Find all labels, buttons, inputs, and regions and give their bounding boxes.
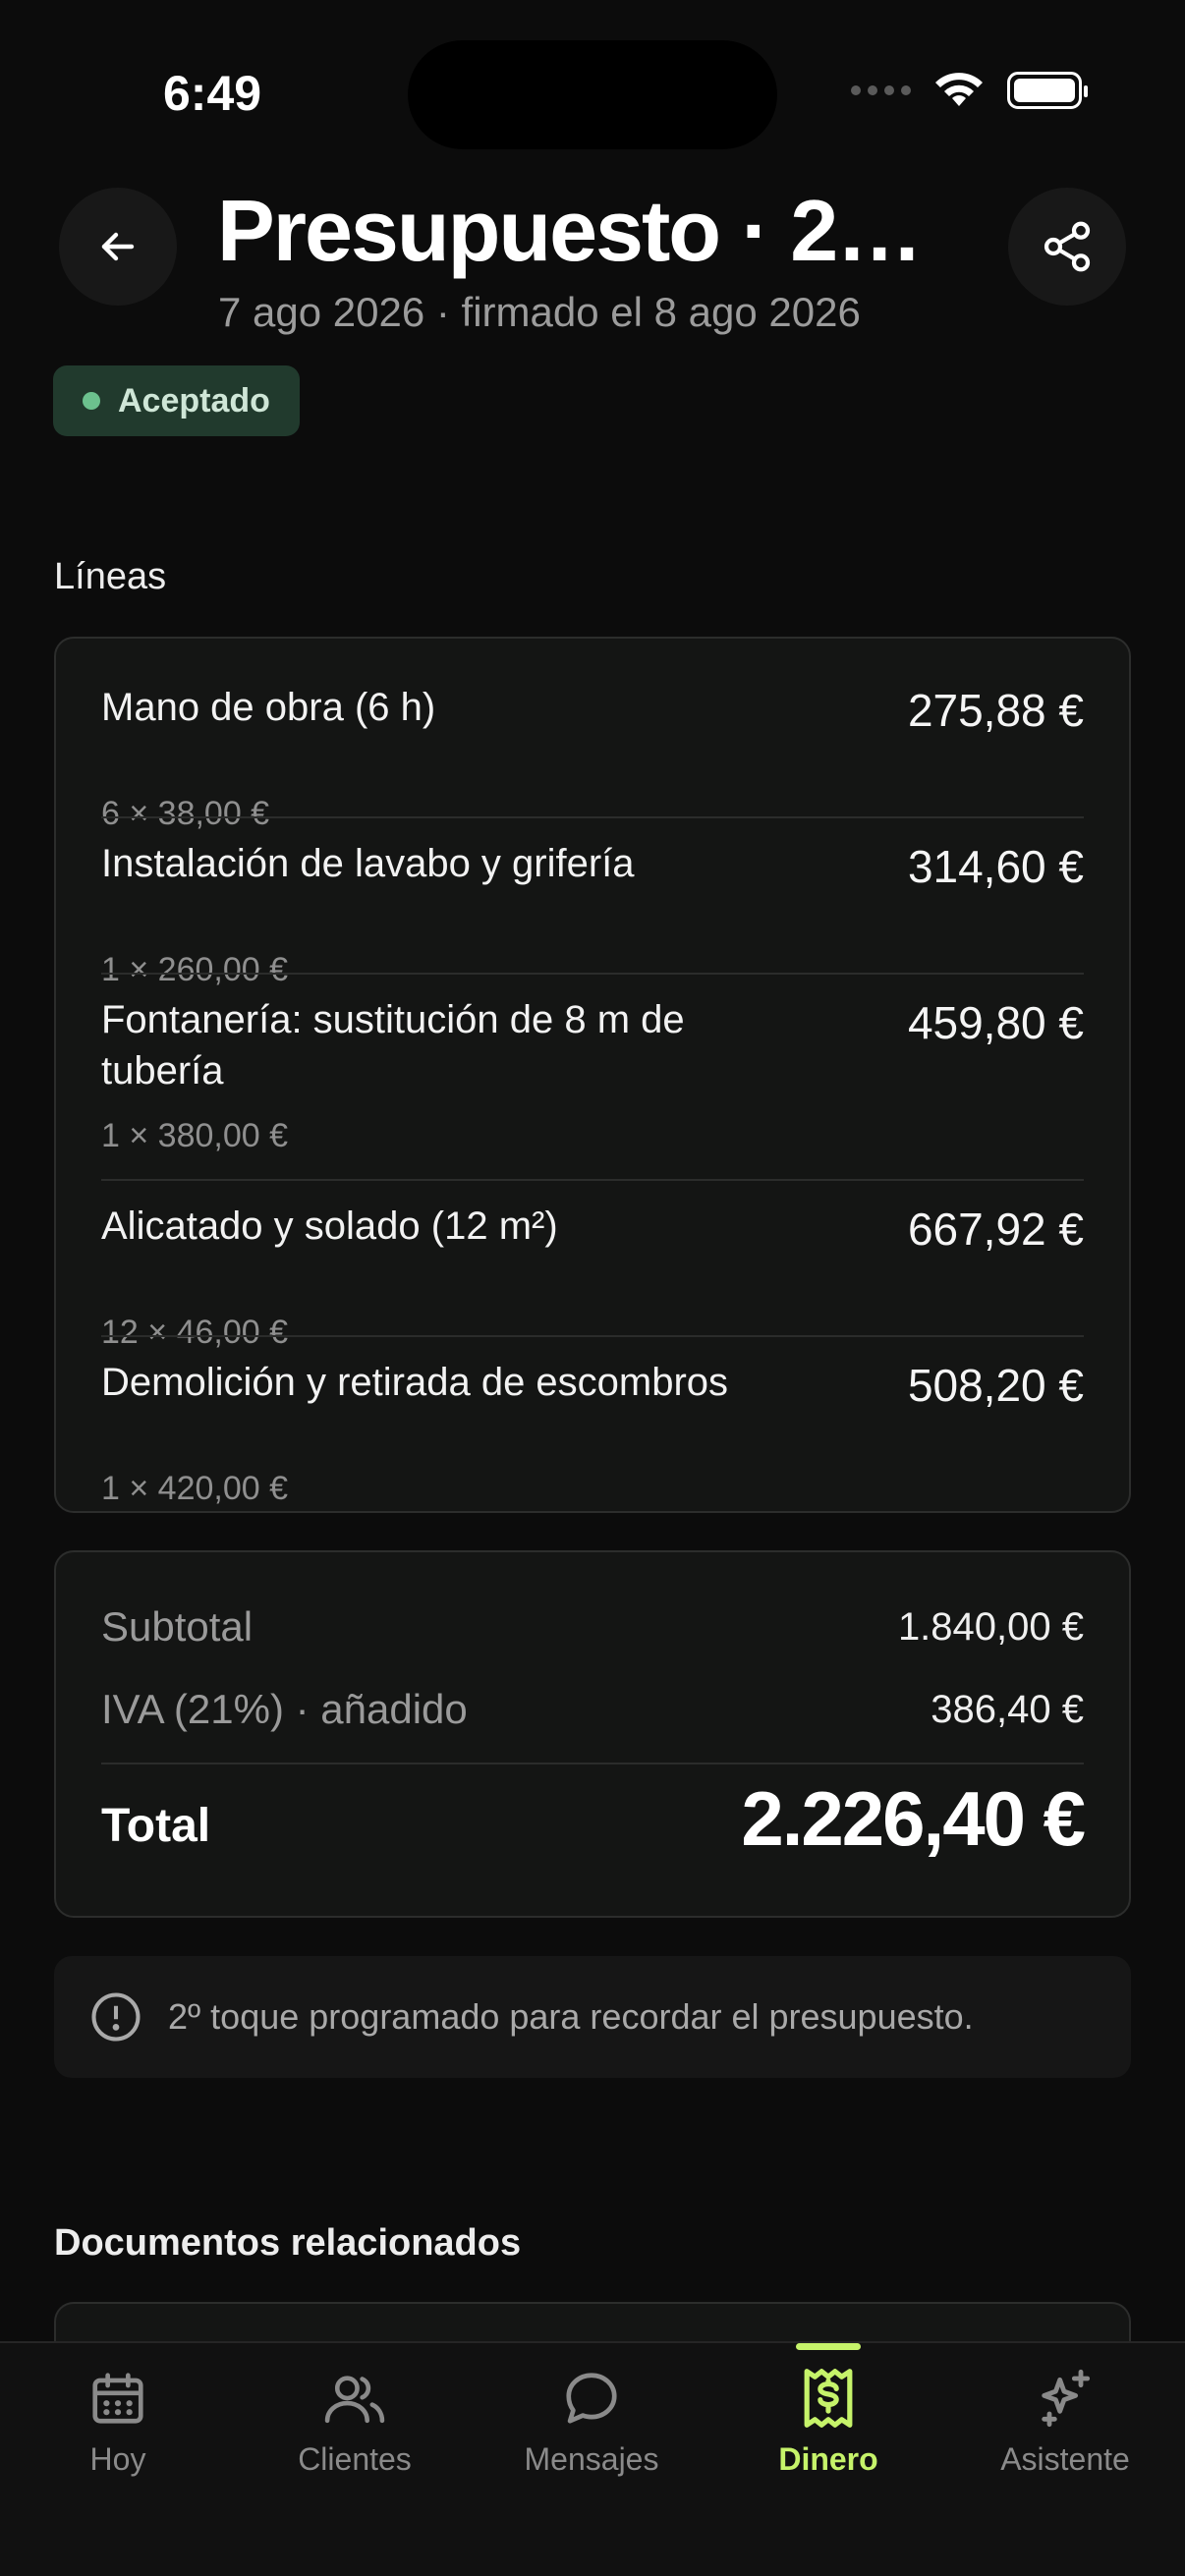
line-item-detail: 6 × 38,00 € <box>101 795 270 832</box>
tab-label: Hoy <box>89 2441 146 2477</box>
arrow-left-icon <box>101 232 135 261</box>
line-item[interactable]: Instalación de lavabo y grifería 1 × 260… <box>101 838 1084 988</box>
line-item[interactable]: Alicatado y solado (12 m²) 12 × 46,00 € … <box>101 1201 1084 1351</box>
line-item-price: 459,80 € <box>907 997 1084 1048</box>
divider <box>101 1179 1084 1181</box>
tab-label: Dinero <box>778 2441 878 2477</box>
line-item-price: 314,60 € <box>907 841 1084 892</box>
line-item-name: Fontanería: sustitución de 8 m de tuberí… <box>101 998 685 1092</box>
divider <box>101 1335 1084 1337</box>
tab-mensajes[interactable]: Mensajes <box>493 2343 690 2500</box>
vat-value: 386,40 € <box>931 1688 1084 1731</box>
line-item[interactable]: Fontanería: sustitución de 8 m de tuberí… <box>101 994 1084 1161</box>
line-item-name: Mano de obra (6 h) <box>101 686 436 729</box>
line-item-price: 508,20 € <box>907 1360 1084 1411</box>
line-item-price: 275,88 € <box>907 685 1084 736</box>
divider <box>101 816 1084 818</box>
tab-bar: Hoy Clientes Mensajes Dinero Asistente <box>0 2341 1185 2576</box>
message-bubble-icon <box>560 2363 623 2434</box>
line-item-detail: 1 × 380,00 € <box>101 1117 289 1154</box>
divider <box>101 973 1084 975</box>
calendar-icon <box>87 2363 148 2434</box>
tab-label: Clientes <box>298 2441 412 2477</box>
line-item-detail: 12 × 46,00 € <box>101 1314 289 1351</box>
cellular-dots-icon <box>851 85 911 95</box>
battery-icon <box>1007 72 1088 109</box>
line-item[interactable]: Demolición y retirada de escombros 1 × 4… <box>101 1357 1084 1507</box>
receipt-dollar-icon <box>799 2363 858 2434</box>
divider <box>101 1763 1084 1764</box>
page-subtitle: 7 ago 2026 · firmado el 8 ago 2026 <box>218 289 861 335</box>
lines-card: Mano de obra (6 h) 6 × 38,00 € 275,88 € … <box>54 637 1131 1513</box>
status-time: 6:49 <box>163 66 262 121</box>
tab-label: Mensajes <box>524 2441 659 2477</box>
tab-hoy[interactable]: Hoy <box>20 2343 216 2500</box>
total-value: 2.226,40 € <box>741 1775 1086 1862</box>
line-item-detail: 1 × 260,00 € <box>101 951 289 988</box>
tab-dinero[interactable]: Dinero <box>730 2343 927 2500</box>
totals-card: Subtotal 1.840,00 € IVA (21%) · añadido … <box>54 1550 1131 1918</box>
lines-section-label: Líneas <box>54 556 167 597</box>
vat-label: IVA (21%) · añadido <box>101 1686 468 1732</box>
subtotal-label: Subtotal <box>101 1603 254 1650</box>
tab-clientes[interactable]: Clientes <box>256 2343 453 2500</box>
line-item-name: Instalación de lavabo y grifería <box>101 842 635 885</box>
line-item-name: Alicatado y solado (12 m²) <box>101 1204 558 1248</box>
line-item-price: 667,92 € <box>907 1204 1084 1255</box>
wifi-icon <box>935 73 983 106</box>
subtotal-value: 1.840,00 € <box>897 1605 1084 1649</box>
line-item-detail: 1 × 420,00 € <box>101 1470 289 1507</box>
status-dot-icon <box>83 392 100 410</box>
users-icon <box>322 2363 387 2434</box>
page-title: Presupuesto · 2026-0042 <box>217 182 964 279</box>
back-button[interactable] <box>59 188 177 306</box>
share-button[interactable] <box>1008 188 1126 306</box>
related-documents-label: Documentos relacionados <box>54 2222 522 2264</box>
status-badge: Aceptado <box>53 365 300 436</box>
total-label: Total <box>101 1800 211 1852</box>
line-item[interactable]: Mano de obra (6 h) 6 × 38,00 € 275,88 € <box>101 682 1084 832</box>
reminder-notice: 2º toque programado para recordar el pre… <box>54 1956 1131 2078</box>
tab-label: Asistente <box>1000 2441 1130 2477</box>
status-icons <box>851 71 1088 110</box>
line-item-name: Demolición y retirada de escombros <box>101 1361 729 1404</box>
reminder-notice-text: 2º toque programado para recordar el pre… <box>168 1996 974 2037</box>
info-alert-icon <box>91 1992 141 2042</box>
tab-asistente[interactable]: Asistente <box>967 2343 1163 2500</box>
dynamic-island <box>408 40 777 149</box>
status-badge-label: Aceptado <box>118 381 270 420</box>
share-icon <box>1044 221 1091 272</box>
sparkles-icon <box>1034 2363 1097 2434</box>
